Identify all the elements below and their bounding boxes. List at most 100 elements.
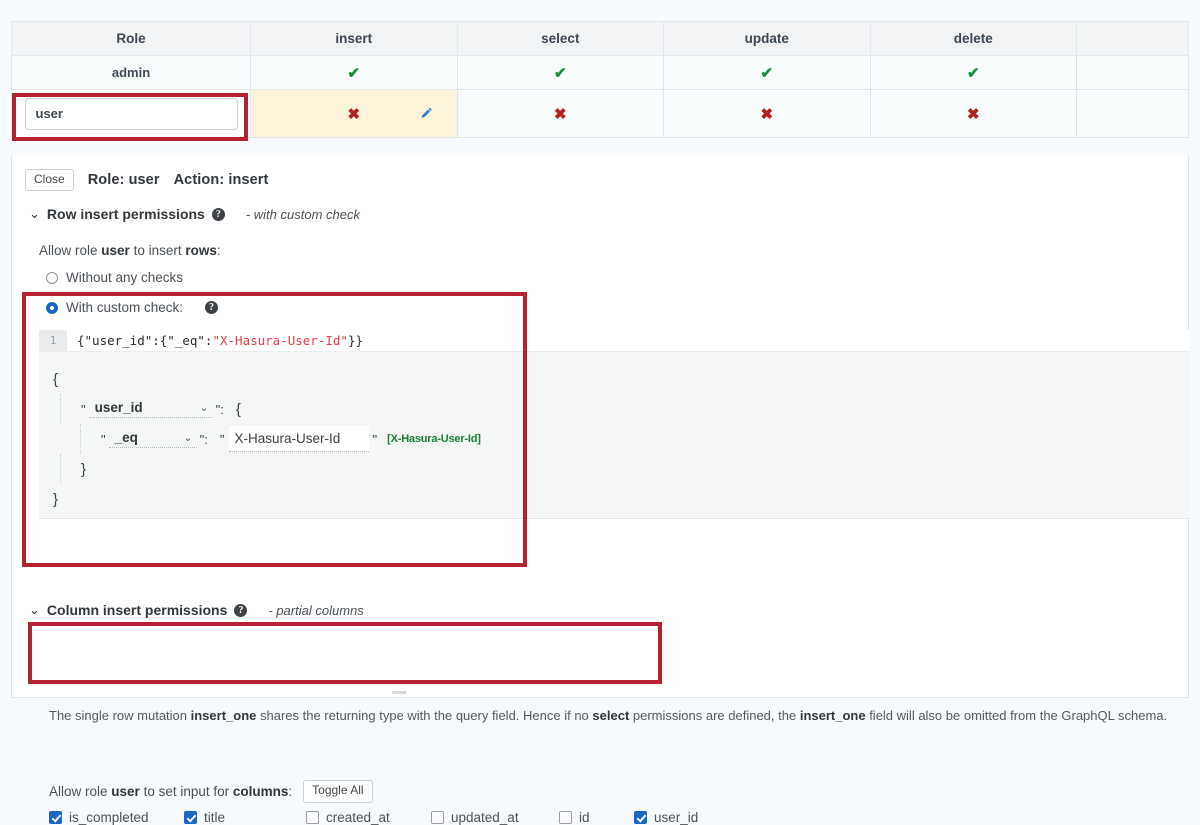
- col-allow-suffix: :: [288, 783, 293, 799]
- allow-prefix-text: Allow role: [39, 243, 102, 259]
- radio-label-without-checks: Without any checks: [66, 270, 184, 286]
- cell-user-insert[interactable]: ✖: [250, 89, 458, 138]
- note-part-b: insert_one: [190, 708, 257, 723]
- checkbox-icon[interactable]: [184, 811, 197, 824]
- json-operator-select[interactable]: _eq ⌄: [108, 430, 197, 448]
- column-permissions-title: Column insert permissions: [46, 602, 228, 618]
- help-icon[interactable]: ?: [211, 207, 225, 221]
- code-segment-plain-a: {"user_id":{"_eq":: [77, 333, 213, 348]
- json-key-value: user_id: [94, 400, 143, 415]
- column-checkbox-user_id[interactable]: user_id: [634, 810, 698, 825]
- row-permissions-note: - with custom check: [245, 206, 360, 222]
- panel-action-label: Action: insert: [173, 172, 269, 189]
- check-icon: ✔: [967, 64, 980, 82]
- chevron-down-icon: ⌄: [183, 432, 193, 444]
- cell-user-select[interactable]: ✖: [456, 89, 665, 138]
- column-header-role: Role: [10, 21, 252, 56]
- column-header-select: select: [456, 21, 665, 56]
- column-checkbox-created_at[interactable]: created_at: [306, 810, 431, 825]
- checkbox-icon[interactable]: [559, 811, 572, 824]
- note-part-g: field will also be omitted from the Grap…: [865, 708, 1168, 723]
- column-label: title: [204, 810, 226, 825]
- help-icon[interactable]: ?: [205, 301, 219, 315]
- note-part-d: select: [592, 708, 630, 723]
- quote-open-op: ": [101, 431, 106, 447]
- check-icon: ✔: [554, 64, 567, 82]
- column-label: created_at: [326, 810, 390, 825]
- column-checkbox-updated_at[interactable]: updated_at: [431, 810, 559, 825]
- panel-header: Close Role: user Action: insert: [12, 155, 1188, 192]
- json-close-brace: }: [53, 490, 59, 508]
- column-permissions-section-header[interactable]: ⌄ Column insert permissions ? - partial …: [12, 602, 1188, 618]
- code-segment-string: "X-Hasura-User-Id": [212, 333, 348, 348]
- cell-user-update[interactable]: ✖: [663, 89, 871, 138]
- column-header-insert: insert: [250, 21, 458, 56]
- table-header-row: Role insert select update delete: [10, 21, 1189, 56]
- help-icon[interactable]: ?: [234, 603, 248, 617]
- allow-target-text: rows: [185, 243, 217, 259]
- colon-op: :: [204, 431, 208, 447]
- pencil-icon[interactable]: [420, 106, 433, 121]
- row-permissions-section-header[interactable]: ⌄ Row insert permissions ? - with custom…: [12, 206, 1188, 222]
- row-allow-description: Allow role user to insert rows:: [12, 243, 1188, 258]
- checkbox-icon[interactable]: [634, 811, 647, 824]
- column-header-delete: delete: [869, 21, 1078, 56]
- quote-close-value: ": [372, 431, 378, 447]
- column-allow-description: Allow role user to set input for columns…: [49, 780, 373, 803]
- json-builder-operator-row: " _eq ⌄ ": " " [X-Hasura-User-Id]: [80, 424, 1190, 454]
- column-label: updated_at: [451, 810, 519, 825]
- role-input[interactable]: [24, 97, 238, 130]
- panel-role-label: Role: user: [87, 172, 160, 189]
- checkbox-icon[interactable]: [306, 811, 319, 824]
- radio-button-without-checks[interactable]: [46, 271, 58, 284]
- cross-icon: ✖: [347, 105, 361, 123]
- table-row-admin: admin ✔ ✔ ✔ ✔: [10, 55, 1189, 90]
- checkbox-icon[interactable]: [49, 811, 62, 824]
- allow-mid-text: to insert: [129, 243, 186, 259]
- cross-icon: ✖: [760, 105, 774, 123]
- cell-admin-insert[interactable]: ✔: [250, 55, 458, 90]
- column-checkbox-list: is_completed title created_at updated_at…: [49, 810, 698, 825]
- permissions-table-head: Role insert select update delete: [10, 21, 1189, 56]
- cross-icon: ✖: [967, 105, 980, 123]
- column-permissions-note: - partial columns: [268, 602, 364, 618]
- checkbox-icon[interactable]: [431, 811, 444, 824]
- cell-role-user: [10, 89, 252, 138]
- chevron-down-icon: ⌄: [199, 402, 209, 414]
- column-label: is_completed: [69, 810, 149, 825]
- radio-button-custom-check[interactable]: [46, 301, 58, 314]
- col-allow-mid: to set input for: [139, 783, 233, 799]
- permissions-table-container: Role insert select update delete admin ✔…: [10, 21, 1189, 138]
- custom-check-code-editor[interactable]: 1 {"user_id":{"_eq":"X-Hasura-User-Id"}}: [39, 330, 1190, 351]
- cell-user-delete[interactable]: ✖: [869, 89, 1078, 138]
- chevron-down-icon: ⌄: [29, 601, 40, 617]
- column-header-extra: [1076, 21, 1189, 56]
- column-checkbox-title[interactable]: title: [184, 810, 306, 825]
- json-value-input[interactable]: [228, 426, 369, 452]
- code-line-number: 1: [39, 330, 67, 351]
- cell-user-extra: [1076, 89, 1189, 138]
- column-label: id: [579, 810, 590, 825]
- radio-option-without-checks[interactable]: Without any checks: [12, 270, 1188, 285]
- json-builder-inner-close-row: }: [60, 454, 1190, 484]
- note-part-f: insert_one: [799, 708, 866, 723]
- cell-admin-select[interactable]: ✔: [456, 55, 665, 90]
- json-key-select[interactable]: user_id ⌄: [88, 400, 213, 418]
- code-line-text[interactable]: {"user_id":{"_eq":"X-Hasura-User-Id"}}: [67, 333, 363, 348]
- column-checkbox-id[interactable]: id: [559, 810, 634, 825]
- close-button[interactable]: Close: [25, 169, 74, 192]
- toggle-all-button[interactable]: Toggle All: [303, 780, 373, 803]
- column-checkbox-is_completed[interactable]: is_completed: [49, 810, 184, 825]
- cell-admin-delete[interactable]: ✔: [869, 55, 1078, 90]
- note-part-c: shares the returning type with the query…: [256, 708, 593, 723]
- cell-admin-update[interactable]: ✔: [663, 55, 871, 90]
- json-builder: { " user_id ⌄ ": { " _eq ⌄ ": " " [X-Has…: [39, 351, 1190, 519]
- allow-suffix-text: :: [216, 243, 221, 259]
- radio-option-custom-check[interactable]: With custom check: ?: [12, 300, 1188, 315]
- permission-edit-panel: Close Role: user Action: insert ⌄ Row ins…: [11, 155, 1190, 825]
- cell-admin-extra: [1076, 55, 1189, 90]
- json-builder-key-row: " user_id ⌄ ": {: [60, 394, 1190, 424]
- column-label: user_id: [654, 810, 699, 825]
- cell-role-admin[interactable]: admin: [10, 55, 252, 90]
- note-part-a: The single row mutation: [49, 708, 191, 723]
